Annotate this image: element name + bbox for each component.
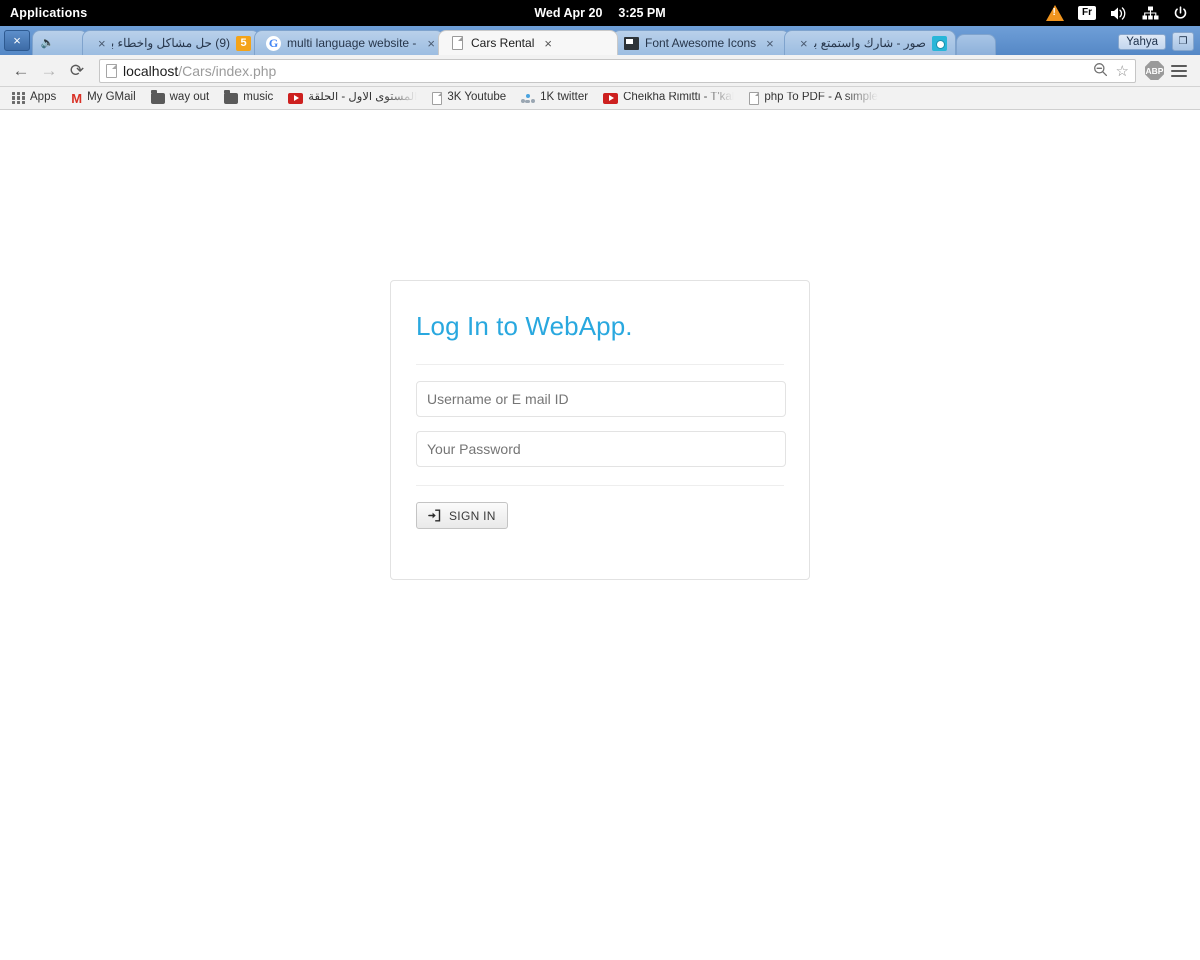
- tab-title: multi language website - G: [287, 36, 418, 50]
- browser-tab[interactable]: Cars Rental ×: [438, 30, 618, 55]
- google-icon: G: [266, 35, 281, 51]
- tab-close-icon[interactable]: ×: [800, 37, 808, 50]
- bookmark-label: php To PDF - A simple: [764, 91, 878, 104]
- omnibox-actions: ☆: [1093, 62, 1129, 80]
- form-divider: [416, 485, 784, 487]
- os-time: 3:25 PM: [618, 6, 666, 20]
- sign-in-icon: [428, 509, 441, 522]
- page-icon: [432, 91, 443, 105]
- url-text: localhost/Cars/index.php: [123, 63, 276, 79]
- bookmark-label: way out: [169, 91, 210, 104]
- bookmark-item[interactable]: المستوى الاول - الحلقة: [282, 90, 423, 106]
- browser-tabstrip: × 🔈5(9) حل مشاكل واخطاء برمج×Gmulti lang…: [0, 26, 1200, 55]
- bookmark-item[interactable]: 3K Youtube: [426, 90, 512, 107]
- adblock-icon[interactable]: ABP: [1145, 61, 1164, 80]
- bookmark-label: 3K Youtube: [447, 91, 507, 104]
- sign-in-button[interactable]: SIGN IN: [416, 502, 508, 530]
- bookmark-item[interactable]: way out: [145, 89, 216, 106]
- sign-in-label: SIGN IN: [449, 508, 496, 523]
- title-divider: [416, 364, 784, 366]
- page-viewport: Log In to WebApp. SIGN IN: [0, 110, 1200, 960]
- bookmark-item[interactable]: 1K twitter: [515, 90, 594, 107]
- bookmark-label: Apps: [30, 91, 57, 104]
- bookmark-label: المستوى الاول - الحلقة: [308, 91, 418, 104]
- apps-grid-icon: [12, 91, 25, 105]
- reload-button[interactable]: ⟳: [64, 58, 90, 84]
- tab-close-icon[interactable]: ×: [544, 37, 552, 50]
- tab-close-icon[interactable]: ×: [766, 37, 774, 50]
- youtube-icon: [288, 92, 304, 104]
- keyboard-layout-icon[interactable]: Fr: [1078, 6, 1096, 20]
- tab-title: Font Awesome Icons: [645, 36, 757, 50]
- username-input[interactable]: [416, 381, 786, 418]
- browser-tab[interactable]: Gmulti language website - G ×: [254, 30, 444, 55]
- tab-close-icon[interactable]: ×: [98, 37, 106, 50]
- browser-tab[interactable]: 🔈: [32, 30, 88, 55]
- applications-menu[interactable]: Applications: [0, 6, 87, 20]
- bookmark-item[interactable]: music: [218, 89, 279, 106]
- back-button[interactable]: ←: [8, 58, 34, 84]
- youtube-icon: [603, 92, 619, 104]
- os-clock[interactable]: Wed Apr 20 3:25 PM: [0, 6, 1200, 20]
- tab-title: (9) حل مشاكل واخطاء برمج: [112, 36, 230, 50]
- bookmark-item[interactable]: php To PDF - A simple: [743, 90, 884, 107]
- document-icon: [450, 36, 465, 51]
- tab-title: Cars Rental: [471, 36, 535, 50]
- system-tray: Fr: [1046, 5, 1200, 21]
- browser-tab[interactable]: Font Awesome Icons ×: [612, 30, 790, 55]
- bookmark-star-icon[interactable]: ☆: [1116, 62, 1129, 80]
- warning-triangle-icon[interactable]: [1046, 5, 1064, 21]
- gmail-icon: M: [71, 90, 83, 106]
- network-icon[interactable]: [1142, 6, 1159, 20]
- address-bar[interactable]: localhost/Cars/index.php ☆: [99, 58, 1136, 83]
- number-5-icon: 5: [236, 35, 251, 51]
- url-host: localhost: [123, 62, 179, 79]
- bookmark-label: Cheikha Rimitti - T'kal: [623, 91, 735, 104]
- bookmarks-bar: Apps M My GMail way out music المستوى الاول -…: [0, 87, 1200, 110]
- url-path: /Cars/index.php: [178, 62, 277, 79]
- browser-tab[interactable]: صور - شارك واستمتع بأجمل ×: [784, 30, 956, 55]
- bookmark-item[interactable]: Cheikha Rimitti - T'kal: [597, 90, 740, 106]
- os-top-panel: Applications Wed Apr 20 3:25 PM Fr: [0, 0, 1200, 26]
- tab-list: 🔈5(9) حل مشاكل واخطاء برمج×Gmulti langua…: [32, 30, 956, 55]
- window-close-button[interactable]: ×: [4, 30, 30, 51]
- tab-close-icon[interactable]: ×: [427, 37, 435, 50]
- window-restore-button[interactable]: ❐: [1172, 32, 1194, 51]
- volume-icon[interactable]: [1110, 6, 1128, 21]
- titlebar-right-controls: Yahya ❐: [1118, 32, 1200, 55]
- page-info-icon[interactable]: [106, 63, 117, 78]
- os-date: Wed Apr 20: [534, 6, 603, 20]
- password-input[interactable]: [416, 431, 786, 468]
- bookmark-label: music: [243, 91, 274, 104]
- instagram-icon: [932, 35, 947, 51]
- power-icon[interactable]: [1173, 5, 1188, 21]
- browser-toolbar: ← → ⟳ localhost/Cars/index.php ☆ ABP: [0, 55, 1200, 87]
- page-icon: [749, 91, 760, 105]
- user-profile-button[interactable]: Yahya: [1118, 33, 1166, 50]
- zoom-out-icon[interactable]: [1093, 62, 1108, 80]
- folder-icon: [150, 89, 165, 104]
- menu-icon[interactable]: [1166, 58, 1192, 84]
- new-tab-button[interactable]: [956, 34, 996, 55]
- tab-title: صور - شارك واستمتع بأجمل: [813, 36, 926, 50]
- bookmark-label: My GMail: [87, 91, 136, 104]
- browser-tab[interactable]: 5 (9) حل مشاكل واخطاء برمج ×: [82, 30, 260, 55]
- page-title: Log In to WebApp.: [416, 311, 633, 341]
- twitter-icon: [521, 92, 536, 105]
- forward-button[interactable]: →: [36, 58, 62, 84]
- mute-icon: 🔈: [40, 36, 55, 49]
- login-card: Log In to WebApp. SIGN IN: [390, 280, 810, 580]
- folder-icon: [224, 89, 239, 104]
- flag-icon: [624, 36, 639, 51]
- bookmark-label: 1K twitter: [540, 91, 589, 104]
- bookmark-item[interactable]: M My GMail: [65, 90, 141, 107]
- bookmark-item[interactable]: Apps: [6, 90, 62, 107]
